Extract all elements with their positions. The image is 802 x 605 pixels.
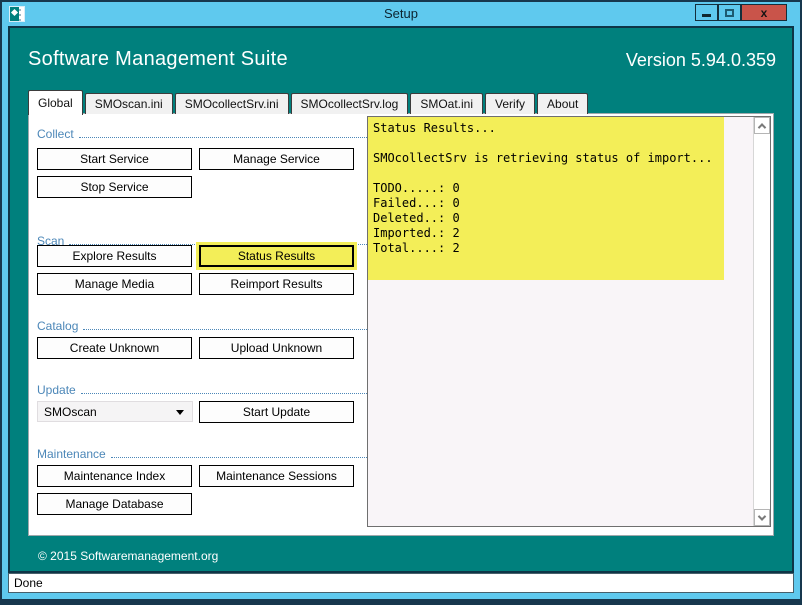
scroll-up-button[interactable] — [754, 117, 770, 134]
group-rule — [69, 236, 367, 245]
status-bar-text: Done — [14, 576, 43, 590]
vertical-scrollbar[interactable] — [753, 117, 770, 526]
group-label-maintenance: Maintenance — [37, 447, 106, 461]
create-unknown-button[interactable]: Create Unknown — [37, 337, 192, 359]
status-output-textbox[interactable]: Status Results... SMOcollectSrv is retri… — [367, 116, 771, 527]
group-header-update: Update — [37, 383, 367, 397]
group-label-collect: Collect — [37, 127, 74, 141]
group-header-catalog: Catalog — [37, 319, 367, 333]
page-title: Software Management Suite — [28, 48, 288, 71]
maintenance-index-button[interactable]: Maintenance Index — [37, 465, 192, 487]
copyright-text: © 2015 Softwaremanagement.org — [38, 549, 218, 563]
start-service-button[interactable]: Start Service — [37, 148, 192, 170]
tab-strip: Global SMOscan.ini SMOcollectSrv.ini SMO… — [28, 89, 588, 114]
tab-verify[interactable]: Verify — [485, 93, 535, 114]
group-rule — [111, 449, 367, 458]
manage-database-button[interactable]: Manage Database — [37, 493, 192, 515]
minimize-icon — [702, 14, 711, 17]
explore-results-button[interactable]: Explore Results — [37, 245, 192, 267]
maximize-button[interactable] — [718, 4, 741, 21]
manage-service-button[interactable]: Manage Service — [199, 148, 354, 170]
update-target-dropdown[interactable]: SMOscan — [37, 401, 193, 422]
group-label-catalog: Catalog — [37, 319, 78, 333]
window-title: Setup — [2, 6, 800, 21]
maximize-icon — [725, 9, 734, 17]
window-frame: Setup x Software Management Suite Versio… — [2, 2, 800, 599]
close-icon: x — [761, 7, 768, 19]
titlebar: Setup x — [2, 2, 800, 26]
reimport-results-button[interactable]: Reimport Results — [199, 273, 354, 295]
tab-smoscan-ini[interactable]: SMOscan.ini — [85, 93, 173, 114]
update-target-value: SMOscan — [44, 405, 97, 419]
group-rule — [83, 321, 367, 330]
version-label: Version 5.94.0.359 — [626, 50, 776, 71]
group-label-update: Update — [37, 383, 76, 397]
tab-page-global: Collect Start Service Manage Service Sto… — [28, 113, 774, 536]
tab-smoat-ini[interactable]: SMOat.ini — [410, 93, 483, 114]
tab-about[interactable]: About — [537, 93, 588, 114]
scroll-down-icon — [758, 512, 766, 520]
client-area: Software Management Suite Version 5.94.0… — [8, 26, 794, 573]
tab-smocollectsrv-log[interactable]: SMOcollectSrv.log — [291, 93, 409, 114]
status-results-button[interactable]: Status Results — [199, 245, 354, 267]
group-rule — [79, 129, 367, 138]
manage-media-button[interactable]: Manage Media — [37, 273, 192, 295]
window-controls: x — [695, 4, 787, 21]
scroll-down-button[interactable] — [754, 509, 770, 526]
close-button[interactable]: x — [741, 4, 787, 21]
group-header-maintenance: Maintenance — [37, 447, 367, 461]
status-output-text: Status Results... SMOcollectSrv is retri… — [373, 121, 713, 256]
start-update-button[interactable]: Start Update — [199, 401, 354, 423]
minimize-button[interactable] — [695, 4, 718, 21]
combo-arrow-icon — [176, 410, 184, 415]
upload-unknown-button[interactable]: Upload Unknown — [199, 337, 354, 359]
stop-service-button[interactable]: Stop Service — [37, 176, 192, 198]
status-bar: Done — [8, 573, 794, 593]
scroll-up-icon — [758, 123, 766, 131]
group-header-collect: Collect — [37, 127, 367, 141]
tab-smocollectsrv-ini[interactable]: SMOcollectSrv.ini — [175, 93, 289, 114]
maintenance-sessions-button[interactable]: Maintenance Sessions — [199, 465, 354, 487]
tab-global[interactable]: Global — [28, 90, 83, 115]
group-rule — [81, 385, 367, 394]
